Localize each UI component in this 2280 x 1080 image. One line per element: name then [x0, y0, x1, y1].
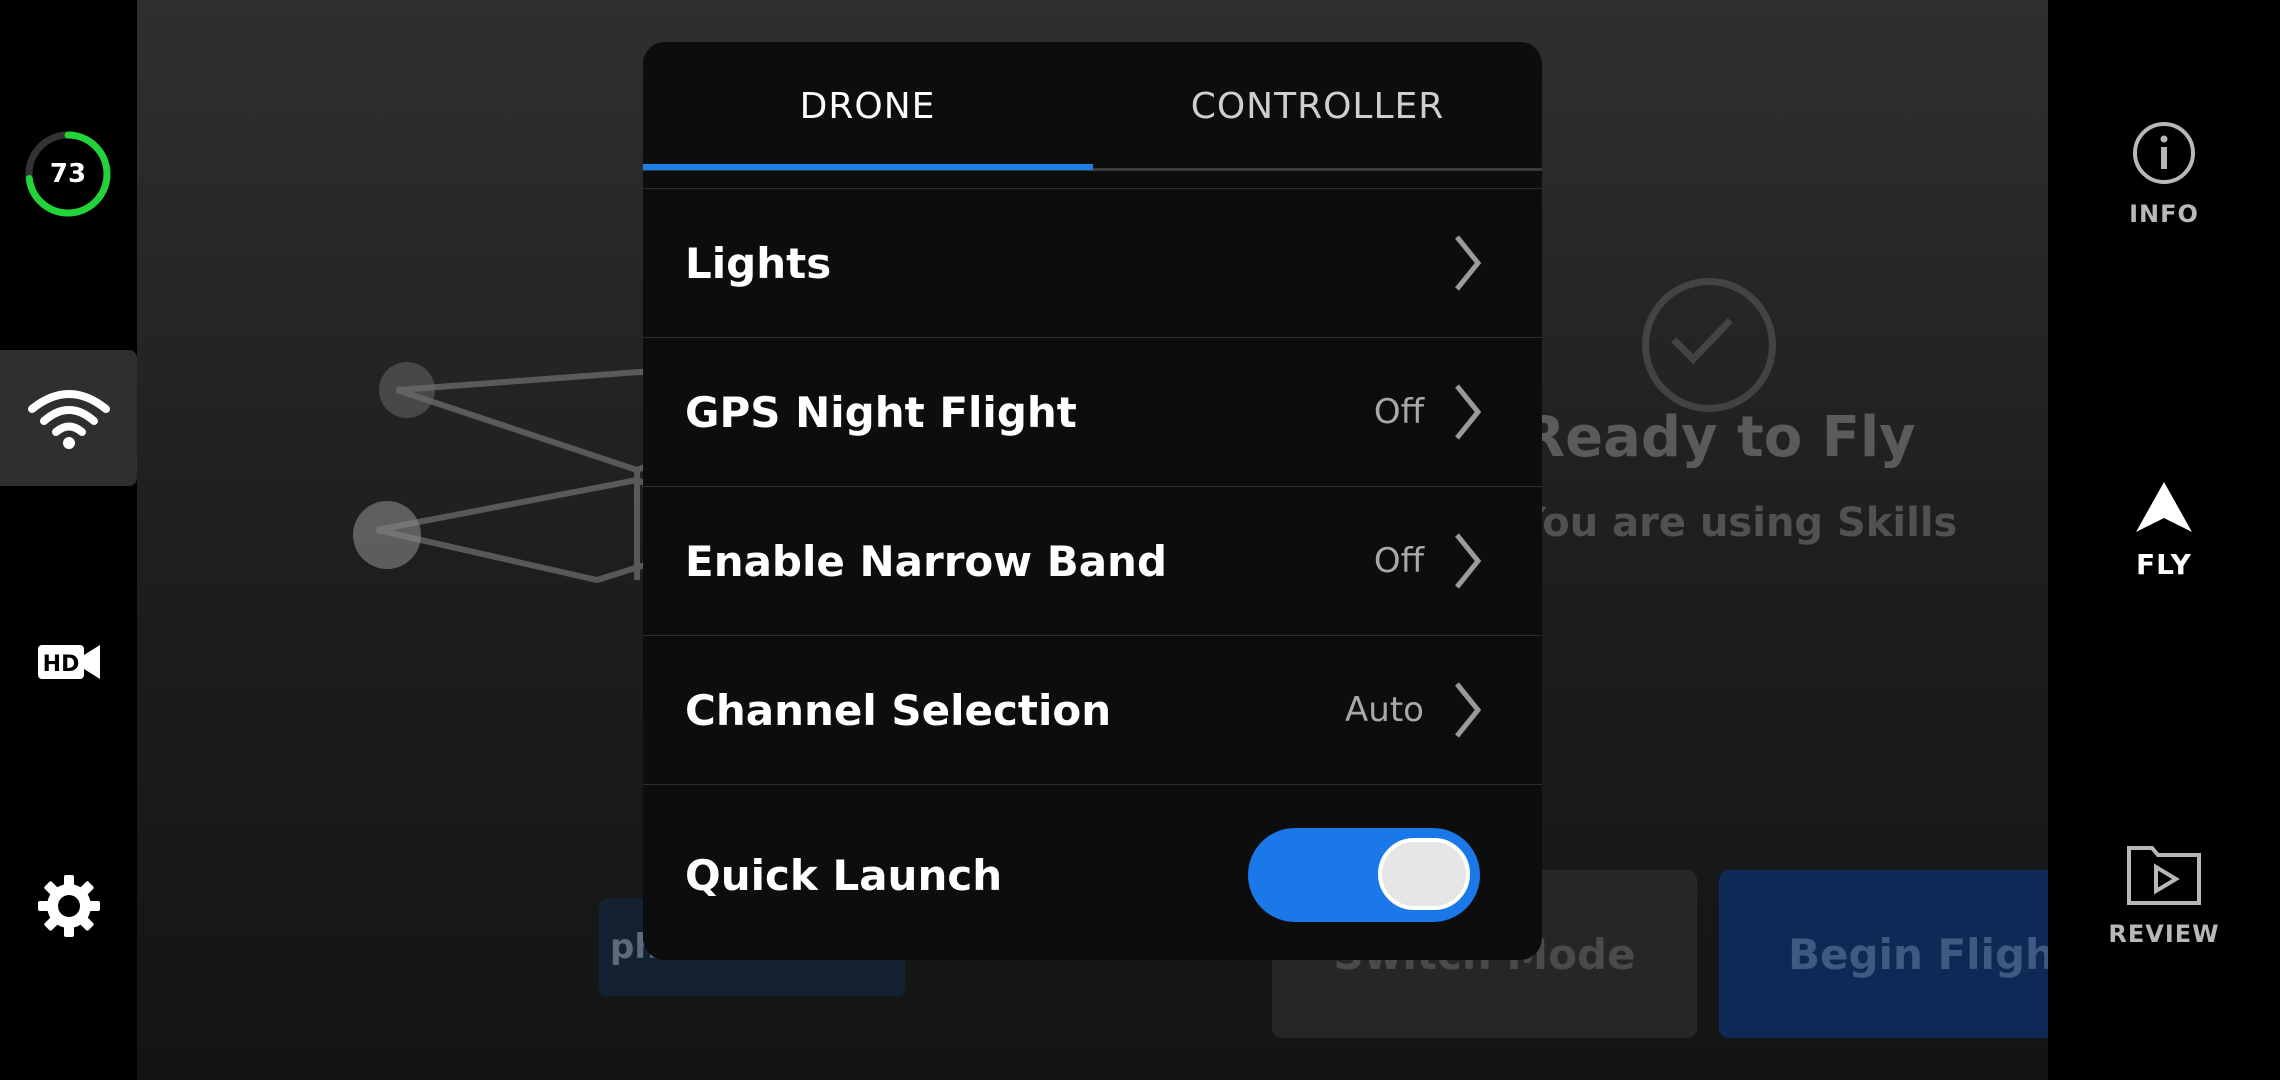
row-label: GPS Night Flight: [685, 387, 1077, 437]
chevron-right-icon: [1455, 235, 1482, 291]
fly-button[interactable]: FLY: [2048, 480, 2280, 581]
tab-drone[interactable]: DRONE: [643, 42, 1092, 170]
navigation-arrow-icon: [2136, 482, 2192, 532]
row-value: Off: [1373, 541, 1424, 581]
settings-row-lights[interactable]: Lights: [643, 188, 1542, 337]
info-button[interactable]: INFO: [2048, 120, 2280, 228]
video-quality-button[interactable]: HD: [0, 594, 137, 730]
hd-camera-icon: HD: [37, 645, 100, 679]
info-icon: [2133, 122, 2195, 184]
row-label: Lights: [685, 238, 832, 288]
svg-text:HD: HD: [42, 652, 79, 677]
row-value: Auto: [1345, 690, 1424, 730]
settings-row-quick-launch: Quick Launch: [643, 784, 1542, 960]
status-title: Ready to Fly: [1522, 405, 1916, 470]
battery-percent: 73: [49, 159, 87, 189]
row-label: Channel Selection: [685, 685, 1112, 735]
wifi-icon: [27, 390, 110, 449]
info-label: INFO: [2129, 200, 2199, 228]
review-label: REVIEW: [2108, 920, 2220, 948]
row-value: Off: [1373, 392, 1424, 432]
battery-indicator[interactable]: 73: [22, 128, 114, 220]
quick-launch-toggle[interactable]: [1248, 828, 1480, 922]
left-toolbar: 73 HD: [0, 0, 137, 1080]
chevron-right-icon: [1455, 682, 1482, 738]
settings-dialog: DRONE CONTROLLER Lights GPS Night Flight…: [643, 42, 1542, 960]
connection-button[interactable]: [0, 350, 137, 486]
settings-row-channel-selection[interactable]: Channel Selection Auto: [643, 635, 1542, 784]
active-tab-indicator: [643, 164, 1093, 170]
settings-button[interactable]: [0, 838, 137, 974]
chevron-right-icon: [1455, 384, 1482, 440]
status-subtitle: You are using Skills: [1517, 500, 1958, 546]
fly-label: FLY: [2136, 548, 2192, 581]
settings-row-narrow-band[interactable]: Enable Narrow Band Off: [643, 486, 1542, 635]
settings-row-gps-night-flight[interactable]: GPS Night Flight Off: [643, 337, 1542, 486]
app-screen: Ready to Fly You are using Skills phoeni…: [0, 0, 2280, 1080]
ready-check-icon: [1642, 278, 1776, 412]
settings-tabs: DRONE CONTROLLER: [643, 42, 1542, 171]
settings-list: Lights GPS Night Flight Off Enable Narro…: [643, 188, 1542, 960]
row-label: Quick Launch: [685, 850, 1003, 900]
tab-controller[interactable]: CONTROLLER: [1093, 42, 1542, 170]
folder-play-icon: [2127, 846, 2201, 905]
chevron-right-icon: [1455, 533, 1482, 589]
toggle-knob: [1378, 838, 1470, 910]
review-button[interactable]: REVIEW: [2048, 840, 2280, 948]
row-label: Enable Narrow Band: [685, 536, 1168, 586]
right-toolbar: INFO FLY REVIEW: [2048, 0, 2280, 1080]
gear-icon: [37, 875, 100, 937]
